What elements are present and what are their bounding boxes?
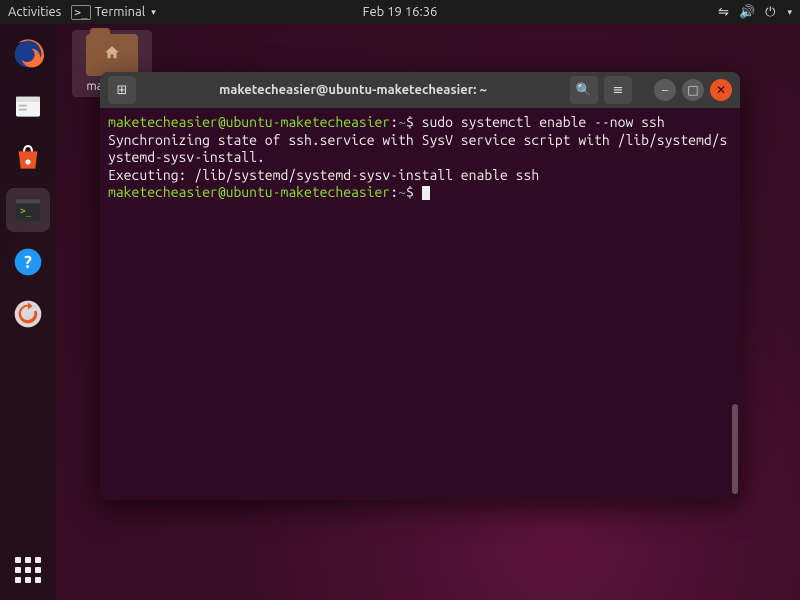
terminal-icon: >_ — [12, 194, 44, 226]
volume-icon[interactable]: 🔊 — [739, 5, 755, 20]
prompt-path-2: ~ — [398, 184, 406, 200]
top-bar: Activities >_ Terminal ▾ Feb 19 16:36 ⇋ … — [0, 0, 800, 24]
output-2: Executing: /lib/systemd/systemd-sysv-ins… — [108, 167, 539, 183]
firefox-icon — [12, 38, 44, 70]
search-icon: 🔍 — [576, 83, 592, 98]
dock-item-updater[interactable] — [6, 292, 50, 336]
search-button[interactable]: 🔍 — [570, 76, 598, 104]
terminal-body[interactable]: maketecheasier@ubuntu-maketecheasier:~$ … — [100, 108, 740, 500]
folder-icon — [86, 34, 138, 76]
prompt-sep-2: : — [390, 184, 398, 200]
svg-text:?: ? — [24, 253, 32, 272]
new-tab-button[interactable]: ⊞ — [108, 76, 136, 104]
prompt-user-2: maketecheasier@ubuntu-maketecheasier — [108, 184, 390, 200]
dock-item-help[interactable]: ? — [6, 240, 50, 284]
dock-item-terminal[interactable]: >_ — [6, 188, 50, 232]
chevron-down-icon: ▾ — [151, 7, 156, 18]
terminal-cursor — [422, 186, 430, 200]
dock-item-software[interactable] — [6, 136, 50, 180]
prompt-char: $ — [406, 114, 414, 130]
power-icon[interactable]: ⏻ — [765, 5, 775, 20]
terminal-window: ⊞ maketecheasier@ubuntu-maketecheasier: … — [100, 72, 740, 500]
titlebar[interactable]: ⊞ maketecheasier@ubuntu-maketecheasier: … — [100, 72, 740, 108]
files-icon — [12, 90, 44, 122]
new-tab-icon: ⊞ — [117, 83, 128, 98]
update-icon — [12, 298, 44, 330]
maximize-button[interactable]: □ — [682, 79, 704, 101]
prompt-sep: : — [390, 114, 398, 130]
network-icon[interactable]: ⇋ — [718, 5, 729, 20]
svg-text:>_: >_ — [20, 206, 32, 217]
dock: >_ ? — [0, 24, 56, 600]
app-menu[interactable]: >_ Terminal ▾ — [71, 5, 155, 20]
activities-button[interactable]: Activities — [8, 5, 61, 19]
shopping-bag-icon — [12, 142, 44, 174]
prompt-path: ~ — [398, 114, 406, 130]
minimize-icon: – — [662, 84, 668, 97]
apps-grid-icon — [15, 557, 41, 583]
scrollbar[interactable] — [732, 404, 738, 494]
clock[interactable]: Feb 19 16:36 — [363, 5, 438, 19]
help-icon: ? — [12, 246, 44, 278]
window-title: maketecheasier@ubuntu-maketecheasier: ~ — [142, 83, 564, 97]
dock-show-applications[interactable] — [6, 548, 50, 592]
terminal-icon: >_ — [71, 5, 90, 20]
maximize-icon: □ — [687, 83, 698, 97]
minimize-button[interactable]: – — [654, 79, 676, 101]
hamburger-icon: ≡ — [613, 83, 624, 98]
output-1: Synchronizing state of ssh.service with … — [108, 132, 727, 166]
close-button[interactable]: ✕ — [710, 79, 732, 101]
dock-item-files[interactable] — [6, 84, 50, 128]
dock-item-firefox[interactable] — [6, 32, 50, 76]
app-menu-label: Terminal — [95, 5, 146, 19]
cmd-line-1: sudo systemctl enable --now ssh — [422, 114, 665, 130]
system-menu-chevron-icon[interactable]: ▾ — [787, 7, 792, 18]
close-icon: ✕ — [716, 83, 726, 97]
prompt-user: maketecheasier@ubuntu-maketecheasier — [108, 114, 390, 130]
menu-button[interactable]: ≡ — [604, 76, 632, 104]
prompt-char-2: $ — [406, 184, 414, 200]
home-icon — [102, 44, 122, 62]
